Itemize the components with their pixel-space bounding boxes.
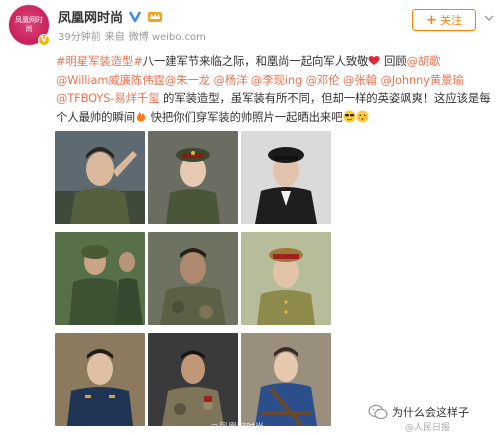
blush-face-icon [356, 110, 369, 125]
source-watermark: @人民日报 [405, 423, 451, 433]
photo-thumbnail[interactable] [148, 131, 238, 224]
plus-icon: + [426, 12, 437, 28]
black-uniform-photo [241, 131, 331, 224]
heart-icon [368, 55, 380, 68]
photo-thumbnail[interactable] [241, 131, 331, 224]
mention-link[interactable]: @朱一龙 [165, 73, 210, 87]
avatar-text: 凤凰网时尚 [15, 16, 43, 33]
photo-thumbnail[interactable] [241, 333, 331, 426]
photo-thumbnail[interactable] [55, 333, 145, 426]
fire-icon [135, 110, 147, 124]
follow-label: 关注 [439, 14, 462, 27]
member-crown-icon [148, 12, 163, 22]
post-intro: 八一建军节来临之际，和凰尚一起向军人致敬 [142, 54, 369, 68]
weibo-post: 凤凰网时尚 V 凤凰网时尚 39分钟前 来自 微博 weibo.com + 关注… [0, 0, 500, 436]
wechat-label: 为什么会这样子 [392, 406, 469, 419]
name-row: 凤凰网时尚 [58, 6, 163, 26]
post-source[interactable]: 微博 weibo.com [129, 28, 206, 43]
verified-icon [128, 11, 142, 23]
follow-button[interactable]: + 关注 [412, 9, 476, 31]
chevron-down-icon[interactable] [484, 13, 494, 23]
photo-thumbnail[interactable] [148, 232, 238, 325]
desert-camo-photo [148, 333, 238, 426]
mention-link[interactable]: @邓伦 [306, 73, 340, 87]
image-watermark: @凤凰网时尚 [210, 423, 265, 433]
mention-link[interactable]: @William威廉陈伟霆 [56, 73, 165, 87]
mention-link[interactable]: @胡歌 [407, 54, 441, 68]
photo-thumbnail[interactable] [241, 232, 331, 325]
hashtag-link[interactable]: #明星军装造型# [56, 54, 143, 68]
soldiers-field-photo [55, 232, 145, 325]
officer-cap-photo [148, 131, 238, 224]
account-name[interactable]: 凤凰网时尚 [58, 7, 123, 26]
mention-link[interactable]: @杨洋 [214, 73, 248, 87]
photo-thumbnail[interactable] [148, 333, 238, 426]
photo-thumbnail[interactable] [55, 232, 145, 325]
post-review: 回顾 [380, 54, 407, 68]
post-body-2: 快把你们穿军装的帅照片一起晒出来吧 [147, 109, 343, 124]
post-meta: 39分钟前 来自 微博 weibo.com [58, 28, 206, 43]
navy-uniform-photo [55, 333, 145, 426]
post-time[interactable]: 39分钟前 [58, 28, 101, 43]
verified-badge-icon: V [38, 34, 50, 46]
soldier-saluting-photo [55, 131, 145, 224]
photo-thumbnail[interactable] [55, 131, 145, 224]
cool-face-icon [343, 110, 356, 125]
mention-link[interactable]: @Johnny黄景瑜 [380, 73, 463, 87]
post-text: #明星军装造型#八一建军节来临之际，和凰尚一起向军人致敬 回顾@胡歌 @Will… [56, 52, 492, 126]
camouflage-soldier-photo [148, 232, 238, 325]
blue-uniform-photo [241, 333, 331, 426]
photo-grid [55, 131, 332, 426]
wechat-icon [368, 404, 388, 420]
mention-link[interactable]: @TFBOYS-易烊千玺 [56, 91, 160, 105]
wechat-account-tag: 为什么会这样子 [368, 404, 469, 420]
source-prefix: 来自 [104, 32, 125, 43]
mention-link[interactable]: @李现ing [251, 73, 302, 87]
red-cap-officer-photo [241, 232, 331, 325]
mention-link[interactable]: @张翰 [343, 73, 377, 87]
